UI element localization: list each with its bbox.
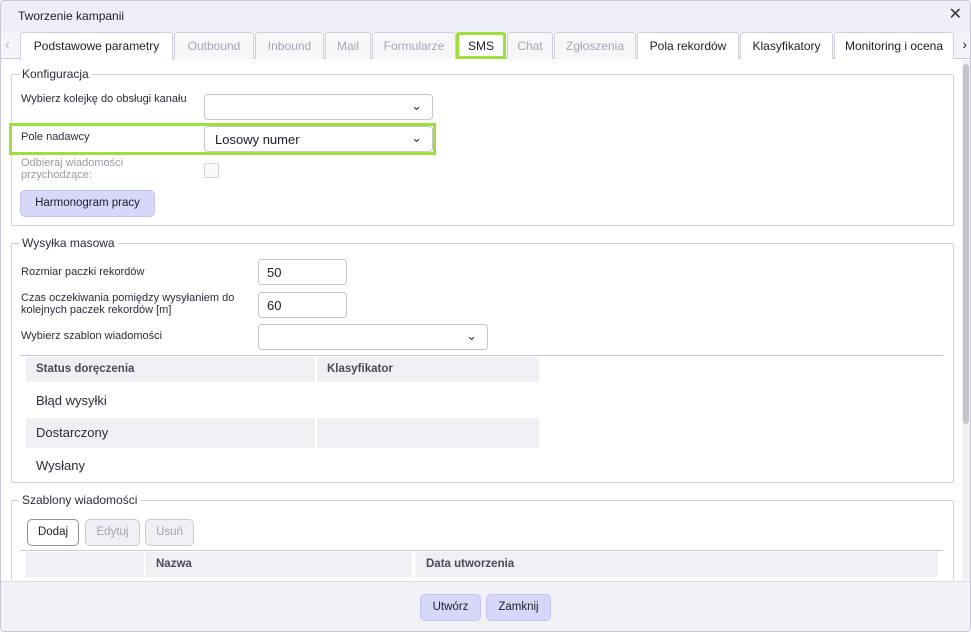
config-legend: Konfiguracja <box>19 67 92 81</box>
template-select[interactable]: ⌄ <box>258 324 488 350</box>
mass-legend: Wysyłka masowa <box>19 236 118 250</box>
mass-send-section: Wysyłka masowa Rozmiar paczki rekordów 5… <box>11 236 954 483</box>
classifier-header: Klasyfikator <box>317 357 539 382</box>
batch-size-input[interactable]: 50 <box>258 259 347 285</box>
queue-select[interactable]: ⌄ <box>204 94 433 120</box>
dialog-footer: Utwórz Zamknij <box>1 581 970 631</box>
incoming-checkbox[interactable] <box>204 163 219 178</box>
tabs-next-arrow-icon[interactable]: › <box>962 36 967 52</box>
incoming-label: Odbieraj wiadomości przychodzące: <box>21 157 124 181</box>
tab-mail[interactable]: Mail <box>325 32 371 59</box>
tab-chat[interactable]: Chat <box>507 32 553 59</box>
tab-classifiers[interactable]: Klasyfikatory <box>740 32 833 59</box>
wait-time-input[interactable]: 60 <box>258 292 347 318</box>
create-button[interactable]: Utwórz <box>420 594 481 621</box>
name-header: Nazwa <box>146 552 412 577</box>
table-row-status: Dostarczony <box>36 425 109 440</box>
dialog-titlebar: Tworzenie kampanii ✕ <box>1 1 970 31</box>
templates-divider <box>20 550 943 551</box>
tab-inbound[interactable]: Inbound <box>255 32 324 59</box>
delete-template-button[interactable]: Usuń <box>145 519 194 546</box>
tab-content: Konfiguracja Wybierz kolejkę do obsługi … <box>1 60 961 580</box>
edit-template-button[interactable]: Edytuj <box>85 519 140 546</box>
scrollbar-thumb[interactable] <box>963 64 969 424</box>
create-campaign-dialog: Tworzenie kampanii ✕ ‹ Podstawowe parame… <box>0 0 971 632</box>
tabs-prev-arrow-icon[interactable]: ‹ <box>5 36 10 52</box>
queue-label: Wybierz kolejkę do obsługi kanału <box>21 93 187 105</box>
vertical-scrollbar[interactable] <box>962 60 970 580</box>
sender-value: Losowy numer <box>215 132 300 147</box>
created-date-header: Data utworzenia <box>415 552 938 577</box>
tab-record-fields[interactable]: Pola rekordów <box>637 32 739 59</box>
tab-basic-parameters[interactable]: Podstawowe parametry <box>20 32 173 60</box>
delivery-status-header: Status doręczenia <box>26 357 315 382</box>
select-column-header <box>26 552 144 577</box>
templates-section: Szablony wiadomości Dodaj Edytuj Usuń Na… <box>11 493 954 580</box>
add-template-button[interactable]: Dodaj <box>27 519 79 546</box>
tab-tickets[interactable]: Zgłoszenia <box>554 32 636 59</box>
chevron-down-icon: ⌄ <box>411 98 422 113</box>
dialog-title: Tworzenie kampanii <box>18 9 125 23</box>
chevron-down-icon: ⌄ <box>411 130 422 145</box>
classifier-cell[interactable] <box>317 418 539 448</box>
batch-size-label: Rozmiar paczki rekordów <box>21 266 145 278</box>
schedule-button[interactable]: Harmonogram pracy <box>20 190 155 217</box>
close-icon[interactable]: ✕ <box>949 6 962 24</box>
tab-bar: ‹ Podstawowe parametry Outbound Inbound … <box>1 31 970 60</box>
templates-legend: Szablony wiadomości <box>19 493 141 507</box>
sender-label: Pole nadawcy <box>21 131 90 143</box>
chevron-down-icon: ⌄ <box>466 328 477 343</box>
template-select-label: Wybierz szablon wiadomości <box>21 330 163 342</box>
tab-forms[interactable]: Formularze <box>372 32 456 59</box>
tab-outbound[interactable]: Outbound <box>174 32 254 59</box>
config-section: Konfiguracja Wybierz kolejkę do obsługi … <box>9 67 954 226</box>
tab-sms[interactable]: SMS <box>456 32 506 59</box>
table-divider <box>20 355 943 356</box>
table-row-status: Wysłany <box>36 458 86 473</box>
close-button[interactable]: Zamknij <box>486 594 551 621</box>
sender-select[interactable]: Losowy numer ⌄ <box>204 126 433 152</box>
table-row-status: Błąd wysyłki <box>36 393 107 408</box>
tab-monitoring[interactable]: Monitoring i ocena <box>834 32 954 59</box>
wait-time-label: Czas oczekiwania pomiędzy wysyłaniem do … <box>21 292 235 316</box>
